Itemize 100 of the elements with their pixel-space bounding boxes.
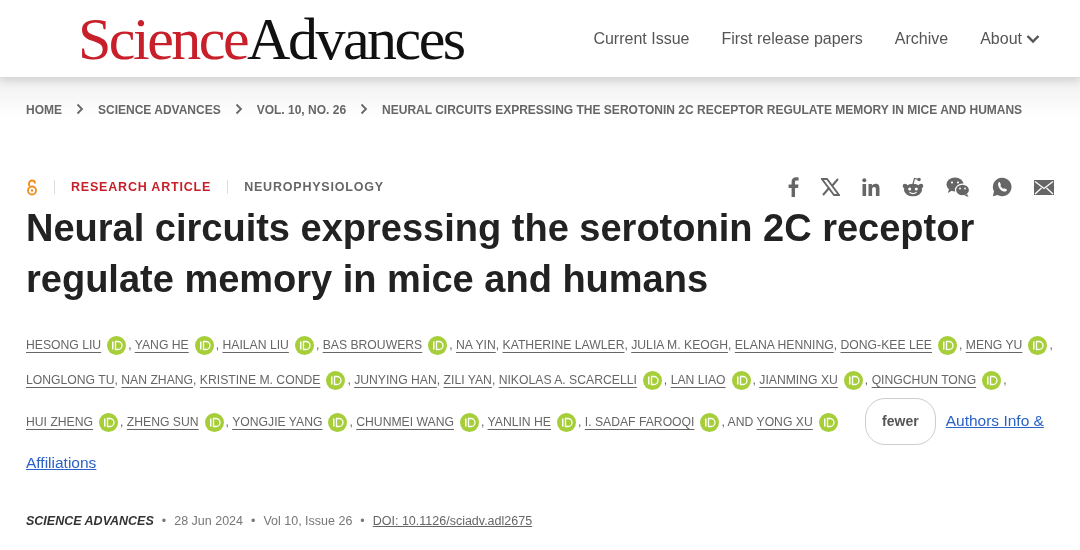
separator-dot: • [161, 512, 167, 530]
separator-text: , [958, 337, 963, 352]
id-icon[interactable] [294, 335, 314, 355]
fewer-button[interactable]: fewer [865, 397, 936, 445]
author-link[interactable]: DONG-KEE LEE [840, 337, 932, 352]
linkedin-icon[interactable] [862, 178, 880, 196]
author-link[interactable]: CHUNMEI WANG [356, 414, 454, 429]
separator-text: , [663, 372, 668, 387]
reddit-icon[interactable] [902, 177, 924, 197]
breadcrumb-link[interactable]: VOL. 10, NO. 26 [256, 101, 347, 119]
author-link[interactable]: JULIA M. KEOGH [631, 337, 729, 352]
separator-text: , [347, 372, 351, 387]
separator-text: , [349, 414, 353, 429]
separator-dot: • [360, 512, 365, 530]
separator-text: , [128, 337, 132, 352]
separator-text: , [624, 337, 628, 352]
separator-text: , [1049, 337, 1053, 352]
facebook-icon[interactable] [787, 177, 799, 197]
author-link[interactable]: LAN LIAO [670, 372, 726, 387]
nav-link[interactable]: About [980, 26, 1040, 51]
id-icon[interactable] [460, 412, 479, 432]
affiliations-link[interactable]: Authors Info & [945, 411, 1044, 429]
separator-text: , [225, 414, 229, 429]
id-icon[interactable] [700, 412, 720, 432]
separator-text: , [833, 337, 838, 352]
separator-text: , [215, 337, 220, 352]
breadcrumb-link[interactable]: NEURAL CIRCUITS EXPRESSING THE SEROTONIN 2C RECEPTOR REGULATE MEMORY IN MICE AND HUMANS [382, 101, 1023, 119]
id-icon[interactable] [204, 412, 224, 432]
author-link[interactable]: I. SADAF FAROOQI [584, 414, 695, 429]
separator-text: , [495, 337, 500, 352]
nav-link[interactable]: Archive [894, 26, 949, 51]
id-icon[interactable] [326, 370, 346, 390]
affiliations-link[interactable]: Affiliations [26, 453, 97, 471]
separator-text: , [193, 372, 197, 387]
separator-text: , [728, 337, 732, 352]
id-icon[interactable] [107, 335, 127, 355]
author-link[interactable]: YONGJIE YANG [232, 414, 323, 429]
article-title: Neural circuits expressing the serotonin 2C receptor regulate memory in mice and humans [26, 206, 976, 303]
article-type-link[interactable]: RESEARCH ARTICLE [71, 177, 212, 197]
id-icon[interactable] [1028, 335, 1048, 355]
doi-link[interactable]: DOI: 10.1126/sciadv.adl2675 [372, 511, 533, 531]
issue-text: Vol 10, Issue 26 [263, 512, 353, 530]
id-icon[interactable] [428, 335, 448, 355]
date-text: 28 Jun 2024 [174, 512, 243, 530]
author-link[interactable]: LONGLONG TU [26, 372, 115, 387]
separator-text: , [491, 372, 496, 387]
author-link[interactable]: NIKOLAS A. SCARCELLI [498, 372, 637, 387]
author-link[interactable]: ZHENG SUN [126, 414, 199, 429]
breadcrumb-link[interactable]: HOME [26, 101, 62, 119]
journal-name: SCIENCE ADVANCES [26, 512, 154, 530]
author-link[interactable]: JIANMING XU [759, 372, 838, 387]
separator-dot: • [251, 512, 256, 530]
wechat-icon[interactable] [946, 177, 970, 197]
id-icon[interactable] [937, 335, 957, 355]
id-icon[interactable] [99, 412, 119, 432]
separator-text: , [114, 372, 118, 387]
breadcrumb-link[interactable]: SCIENCE ADVANCES [98, 101, 221, 119]
chevron-icon [234, 103, 243, 115]
caret-icon[interactable] [1026, 33, 1040, 44]
x-icon[interactable] [821, 178, 840, 196]
journal-logo[interactable]: ScienceAdvances [78, 8, 464, 69]
id-icon[interactable] [328, 412, 348, 432]
id-icon[interactable] [731, 370, 751, 390]
author-link[interactable]: KRISTINE M. CONDE [199, 372, 321, 387]
author-link[interactable]: YANG HE [134, 337, 189, 352]
whatsapp-icon[interactable] [992, 177, 1012, 197]
author-link[interactable]: BAS BROUWERS [322, 337, 423, 352]
separator-text: , [1003, 372, 1007, 387]
author-link[interactable]: ELANA HENNING [734, 337, 834, 352]
id-icon[interactable] [818, 412, 838, 432]
id-icon[interactable] [557, 412, 576, 432]
email-icon[interactable] [1034, 179, 1054, 195]
author-link[interactable]: MENG YU [965, 337, 1023, 352]
author-link[interactable]: YONG XU [756, 414, 813, 429]
separator-text: , [449, 337, 453, 352]
chevron-icon [76, 103, 84, 115]
separator-text: , [578, 414, 582, 429]
separator-text: , [436, 372, 441, 387]
id-icon[interactable] [843, 370, 863, 390]
id-icon[interactable] [194, 335, 214, 355]
author-link[interactable]: NA YIN [456, 337, 496, 352]
author-link[interactable]: HESONG LIU [26, 337, 102, 352]
subject-link[interactable]: NEUROPHYSIOLOGY [244, 177, 384, 197]
id-icon[interactable] [642, 370, 662, 390]
separator-text: , [481, 414, 485, 429]
separator-text: , AND [721, 414, 754, 429]
author-link[interactable]: YANLIN HE [487, 414, 551, 429]
author-link[interactable]: HAILAN LIU [222, 337, 289, 352]
author-link[interactable]: ZILI YAN [443, 372, 492, 387]
separator-text: , [120, 414, 124, 429]
id-icon[interactable] [982, 370, 1002, 390]
nav-link[interactable]: Current Issue [593, 26, 690, 51]
author-link[interactable]: NAN ZHANG [121, 372, 194, 387]
author-link[interactable]: HUI ZHENG [26, 414, 94, 429]
chevron-icon [360, 103, 369, 115]
author-link[interactable]: JUNYING HAN [354, 372, 437, 387]
separator-text: , [752, 372, 756, 387]
separator-text: , [864, 372, 869, 387]
nav-link[interactable]: First release papers [721, 26, 863, 51]
author-link[interactable]: QINGCHUN TONG [871, 372, 977, 387]
